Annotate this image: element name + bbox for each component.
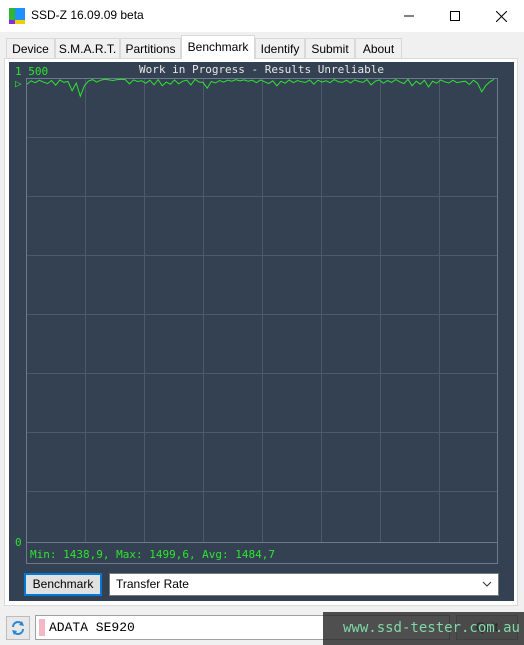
tab-device[interactable]: Device: [6, 38, 55, 58]
close-icon: [495, 10, 507, 22]
minimize-icon: [404, 15, 414, 17]
chart-stats: Min: 1438,9, Max: 1499,6, Avg: 1484,7: [30, 548, 276, 561]
device-color-marker: [39, 619, 45, 636]
title-bar: SSD-Z 16.09.09 beta: [0, 0, 524, 32]
position-marker-icon: ▷: [15, 77, 22, 90]
refresh-button[interactable]: [6, 616, 30, 640]
transfer-rate-line: [26, 78, 495, 98]
watermark: www.ssd-tester.com.au: [323, 612, 524, 645]
app-icon: [9, 8, 25, 24]
chevron-down-icon: [482, 574, 492, 602]
tab-benchmark[interactable]: Benchmark: [181, 35, 255, 59]
refresh-icon: [12, 621, 24, 635]
tab-bar: Device S.M.A.R.T. Partitions Benchmark I…: [0, 35, 524, 59]
tab-partitions[interactable]: Partitions: [120, 38, 181, 58]
maximize-icon: [450, 11, 460, 21]
tab-identify[interactable]: Identify: [255, 38, 305, 58]
benchmark-button[interactable]: Benchmark: [24, 573, 102, 596]
benchmark-mode-select[interactable]: Transfer Rate: [109, 573, 499, 596]
chart-title: Work in Progress - Results Unreliable: [138, 63, 385, 76]
close-button[interactable]: [478, 0, 524, 32]
chart-plot: [26, 78, 498, 564]
tab-smart[interactable]: S.M.A.R.T.: [55, 38, 120, 58]
benchmark-chart: 1 500 ▷ 0 Work in Progress - Results Unr…: [9, 62, 514, 567]
window-title: SSD-Z 16.09.09 beta: [31, 8, 144, 22]
maximize-button[interactable]: [432, 0, 478, 32]
benchmark-mode-value: Transfer Rate: [116, 577, 189, 591]
minimize-button[interactable]: [386, 0, 432, 32]
tab-submit[interactable]: Submit: [305, 38, 355, 58]
device-name: ADATA SE920: [49, 620, 135, 635]
y-axis-min-label: 0: [15, 536, 22, 549]
tab-about[interactable]: About: [355, 38, 402, 58]
